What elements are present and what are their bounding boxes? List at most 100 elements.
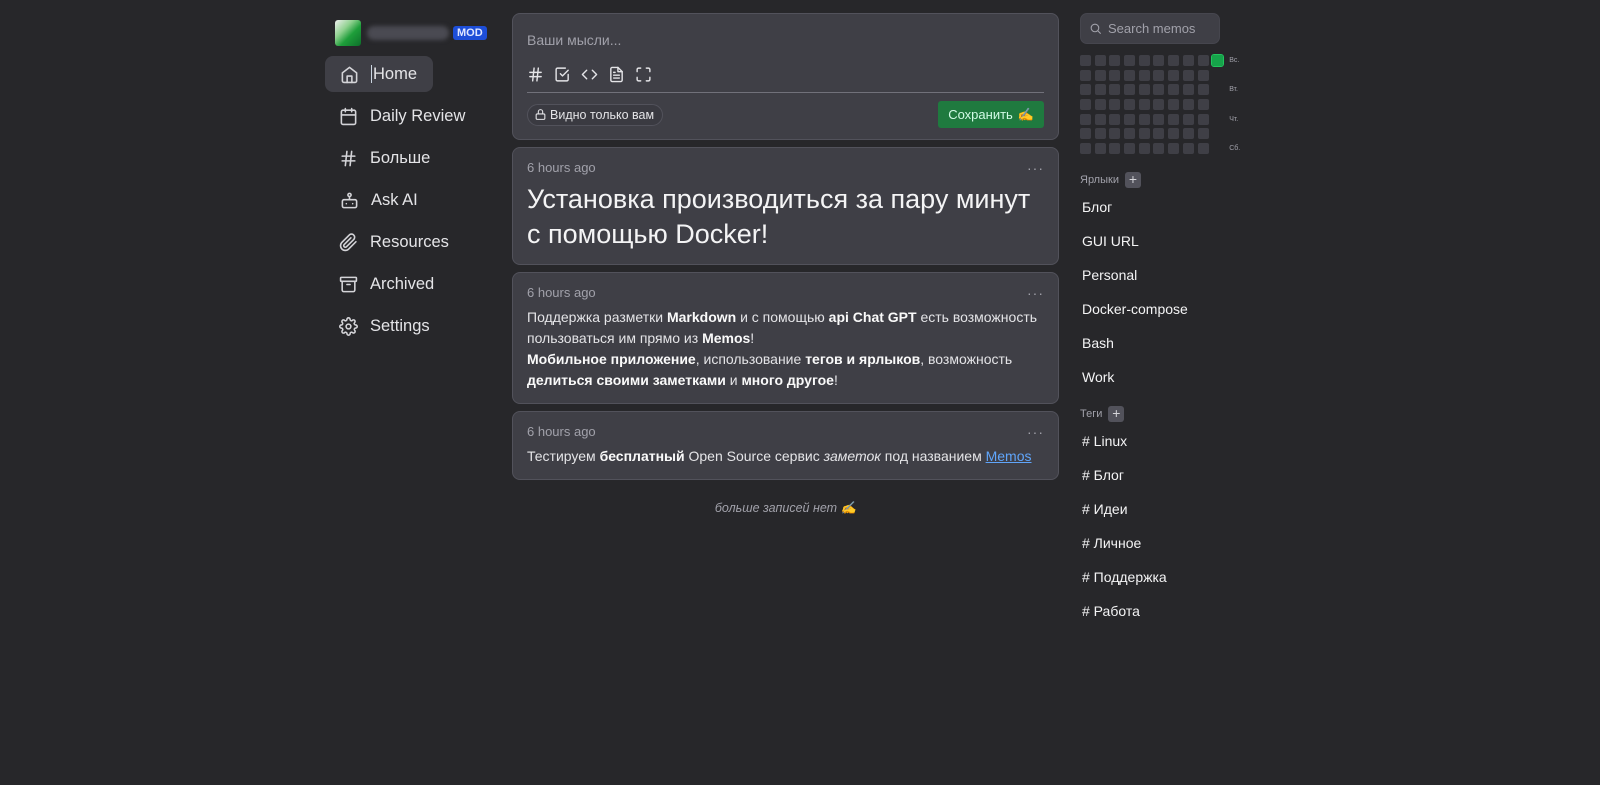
heatmap-cell[interactable] (1197, 143, 1209, 155)
heatmap-cell[interactable] (1197, 113, 1209, 125)
heatmap-cell[interactable] (1197, 69, 1209, 81)
heatmap-cell[interactable] (1094, 84, 1106, 96)
visibility-selector[interactable]: Видно только вам (527, 103, 664, 126)
sidebar-item-settings[interactable]: Settings (325, 308, 433, 344)
memo-input[interactable]: Ваши мысли... (527, 32, 1044, 52)
heatmap-cell[interactable] (1124, 69, 1136, 81)
heatmap-cell[interactable] (1182, 128, 1194, 140)
hash-icon[interactable] (527, 66, 544, 83)
sidebar-item-home[interactable]: Home (325, 56, 433, 92)
heatmap-cell[interactable] (1168, 128, 1180, 140)
shortcut-item[interactable]: Блог (1080, 190, 1240, 224)
heatmap-cell[interactable] (1109, 143, 1121, 155)
more-options-icon[interactable]: ··· (1027, 160, 1044, 176)
tag-item[interactable]: # Блог (1080, 458, 1240, 492)
heatmap-cell[interactable] (1094, 55, 1106, 66)
heatmap-cell[interactable] (1153, 99, 1165, 111)
heatmap-cell[interactable] (1109, 55, 1121, 66)
heatmap-cell[interactable] (1182, 113, 1194, 125)
tag-item[interactable]: # Поддержка (1080, 560, 1240, 594)
heatmap-cell[interactable] (1197, 99, 1209, 111)
heatmap-cell[interactable] (1153, 84, 1165, 96)
sidebar-item-daily-review[interactable]: Daily Review (325, 98, 465, 134)
heatmap-cell[interactable] (1138, 143, 1150, 155)
heatmap-cell[interactable] (1182, 69, 1194, 81)
heatmap-cell[interactable] (1212, 143, 1223, 154)
heatmap-cell[interactable] (1197, 128, 1209, 140)
fullscreen-icon[interactable] (635, 66, 652, 83)
heatmap-cell[interactable] (1212, 114, 1223, 125)
heatmap-cell[interactable] (1153, 55, 1165, 66)
shortcut-item[interactable]: GUI URL (1080, 224, 1240, 258)
heatmap-cell[interactable] (1212, 70, 1223, 81)
heatmap-cell[interactable] (1182, 84, 1194, 96)
heatmap-cell[interactable] (1168, 55, 1180, 66)
heatmap-cell[interactable] (1124, 128, 1136, 140)
heatmap-cell[interactable] (1094, 69, 1106, 81)
tag-item[interactable]: # Идеи (1080, 492, 1240, 526)
heatmap-cell[interactable] (1109, 99, 1121, 111)
heatmap-cell[interactable] (1094, 128, 1106, 140)
heatmap-cell[interactable] (1182, 55, 1194, 66)
heatmap-cell[interactable] (1138, 99, 1150, 111)
heatmap-cell[interactable] (1080, 84, 1091, 96)
heatmap-cell[interactable] (1168, 143, 1180, 155)
heatmap-cell[interactable] (1109, 69, 1121, 81)
heatmap-cell[interactable] (1168, 84, 1180, 96)
shortcut-item[interactable]: Docker-compose (1080, 292, 1240, 326)
heatmap-cell[interactable] (1124, 113, 1136, 125)
heatmap-cell[interactable] (1138, 69, 1150, 81)
search-input[interactable]: Search memos (1080, 13, 1220, 44)
heatmap-cell[interactable] (1094, 99, 1106, 111)
heatmap-cell[interactable] (1153, 113, 1165, 125)
heatmap-cell[interactable] (1212, 99, 1223, 110)
save-button[interactable]: Сохранить ✍️ (938, 101, 1044, 128)
sidebar-item-archived[interactable]: Archived (325, 266, 434, 302)
code-icon[interactable] (581, 66, 598, 83)
more-options-icon[interactable]: ··· (1027, 285, 1044, 301)
heatmap-cell[interactable] (1138, 128, 1150, 140)
shortcut-item[interactable]: Personal (1080, 258, 1240, 292)
more-options-icon[interactable]: ··· (1027, 424, 1044, 440)
heatmap-cell[interactable] (1124, 99, 1136, 111)
heatmap-cell[interactable] (1212, 128, 1223, 139)
heatmap-cell[interactable] (1212, 84, 1223, 95)
heatmap-cell[interactable] (1182, 99, 1194, 111)
heatmap-cell[interactable] (1080, 55, 1091, 66)
heatmap-cell[interactable] (1094, 143, 1106, 155)
heatmap-cell[interactable] (1197, 55, 1209, 66)
heatmap-cell[interactable] (1153, 128, 1165, 140)
memos-link[interactable]: Memos (986, 448, 1032, 464)
shortcut-item[interactable]: Bash (1080, 326, 1240, 360)
heatmap-cell[interactable] (1080, 69, 1091, 81)
sidebar-item-resources[interactable]: Resources (325, 224, 449, 260)
heatmap-cell[interactable] (1168, 99, 1180, 111)
heatmap-cell[interactable] (1094, 113, 1106, 125)
shortcut-item[interactable]: Work (1080, 360, 1240, 394)
heatmap-cell[interactable] (1124, 84, 1136, 96)
tag-item[interactable]: # Linux (1080, 424, 1240, 458)
checkbox-icon[interactable] (554, 66, 571, 83)
heatmap-cell[interactable] (1124, 55, 1136, 66)
heatmap-cell[interactable] (1109, 128, 1121, 140)
heatmap-cell[interactable] (1153, 143, 1165, 155)
tag-item[interactable]: # Личное (1080, 526, 1240, 560)
heatmap-cell[interactable] (1182, 143, 1194, 155)
heatmap-cell[interactable] (1211, 54, 1225, 67)
user-profile[interactable]: MOD (335, 18, 495, 48)
heatmap-cell[interactable] (1080, 128, 1091, 140)
heatmap-cell[interactable] (1153, 69, 1165, 81)
add-shortcut-button[interactable]: + (1124, 172, 1141, 189)
heatmap-cell[interactable] (1138, 84, 1150, 96)
heatmap-cell[interactable] (1138, 55, 1150, 66)
tag-item[interactable]: # Работа (1080, 594, 1240, 628)
heatmap-cell[interactable] (1080, 143, 1091, 155)
heatmap-cell[interactable] (1168, 113, 1180, 125)
heatmap-cell[interactable] (1080, 99, 1091, 111)
add-tag-button[interactable]: + (1108, 406, 1125, 423)
file-text-icon[interactable] (608, 66, 625, 83)
heatmap-cell[interactable] (1197, 84, 1209, 96)
heatmap-cell[interactable] (1138, 113, 1150, 125)
heatmap-cell[interactable] (1109, 113, 1121, 125)
sidebar-item-ask-ai[interactable]: Ask AI (325, 182, 433, 218)
